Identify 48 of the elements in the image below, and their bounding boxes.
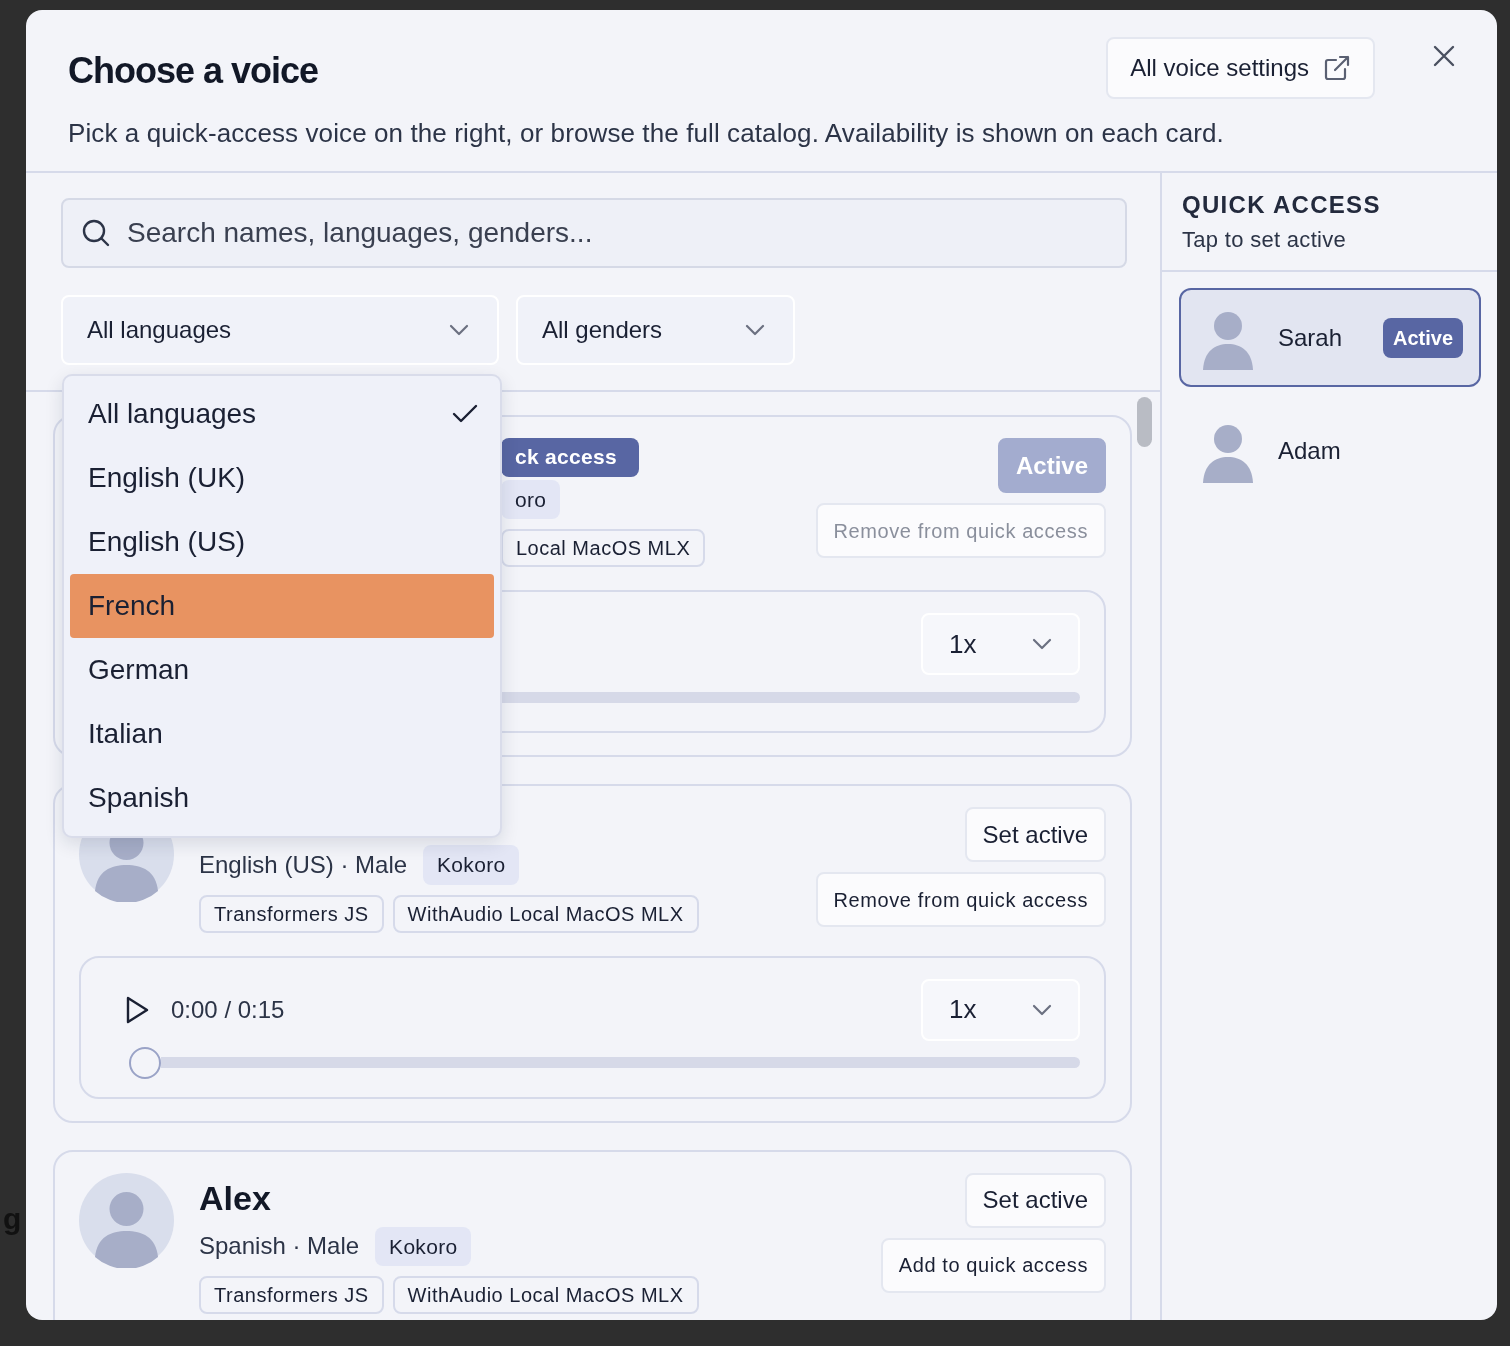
engine-tag: oro	[501, 479, 561, 519]
menu-item[interactable]: German	[70, 638, 494, 702]
runtime-tag: Transformers JS	[199, 1276, 384, 1314]
runtime-tag: Transformers JS	[199, 894, 384, 933]
chevron-icon	[449, 323, 469, 337]
voice-name: Alex	[199, 1177, 271, 1219]
chevron-icon	[1032, 637, 1052, 651]
filter-dropdown[interactable]: All genders	[516, 295, 795, 365]
voice-details: English (US) · Male	[199, 849, 408, 880]
quick-access-item[interactable]: Adam	[1179, 401, 1481, 500]
search-field[interactable]: Search names, languages, genders...	[61, 198, 1127, 268]
scrollbar-thumb[interactable]	[1137, 397, 1152, 447]
seek-thumb[interactable]	[129, 1046, 161, 1079]
runtime-tag: WithAudio Local MacOS MLX	[392, 1276, 699, 1314]
menu-item[interactable]: French	[70, 574, 494, 638]
sidebar-subtitle: Tap to set active	[1182, 226, 1348, 254]
menu-item[interactable]: Spanish	[70, 766, 494, 830]
card-action-button[interactable]: Set active	[964, 807, 1106, 862]
voice-settings-button[interactable]: All voice settings	[1106, 37, 1375, 99]
close-icon	[1433, 45, 1455, 67]
engine-tag: Kokoro	[423, 845, 520, 885]
speed-dropdown[interactable]: 1x	[921, 978, 1080, 1041]
dialog-subtitle: Pick a quick-access voice on the right, or browse the full catalog. Availability is shown on each card.	[68, 117, 1225, 150]
menu-item[interactable]: Italian	[70, 702, 494, 766]
card-action-button[interactable]: Set active	[964, 1172, 1106, 1228]
quick-access-item[interactable]: Sarah Active	[1179, 288, 1481, 387]
runtime-tag: Local MacOS MLX	[501, 529, 706, 567]
chevron-icon	[1032, 1002, 1052, 1017]
filter-dropdown[interactable]: All languages	[61, 295, 499, 365]
speed-dropdown[interactable]: 1x	[921, 613, 1080, 675]
card-action-button[interactable]: Remove from quick access	[815, 872, 1106, 927]
card-action-button[interactable]: Add to quick access	[880, 1237, 1106, 1293]
chevron-icon	[745, 323, 765, 337]
active-badge: Active	[1382, 317, 1463, 358]
dialog-title: Choose a voice	[68, 49, 319, 93]
play-icon	[125, 995, 149, 1024]
quick-access-badge: ck access	[501, 438, 639, 477]
sidebar-title: QUICK ACCESS	[1182, 190, 1382, 220]
menu-item[interactable]: English (US)	[70, 510, 494, 574]
play-button[interactable]	[125, 995, 149, 1024]
menu-item[interactable]: All languages	[70, 382, 494, 446]
voice-details: Spanish · Male	[199, 1231, 360, 1262]
external-link-icon	[1323, 54, 1351, 82]
runtime-tag: WithAudio Local MacOS MLX	[392, 894, 699, 933]
playback-time: 0:00 / 0:15	[171, 994, 285, 1025]
menu-item[interactable]: English (UK)	[70, 446, 494, 510]
engine-tag: Kokoro	[375, 1226, 472, 1266]
search-icon	[81, 218, 111, 248]
